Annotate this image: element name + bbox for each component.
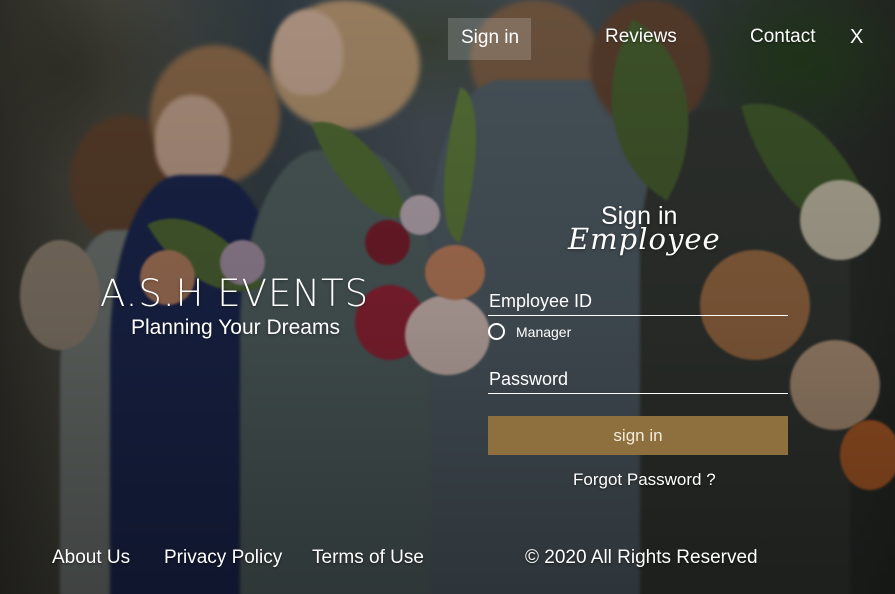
forgot-password-link[interactable]: Forgot Password ? — [573, 470, 716, 490]
brand-title: A.S.H EVENTS — [100, 272, 370, 315]
manager-label: Manager — [516, 323, 572, 340]
radio-circle-icon[interactable] — [488, 323, 505, 340]
footer-about-link[interactable]: About Us — [52, 547, 130, 569]
employee-id-input[interactable] — [488, 282, 788, 315]
signin-button[interactable]: sign in — [488, 416, 788, 455]
close-icon[interactable]: X — [850, 26, 863, 49]
employee-id-field — [488, 282, 788, 316]
nav-contact-link[interactable]: Contact — [750, 26, 815, 48]
footer-terms-link[interactable]: Terms of Use — [312, 547, 424, 569]
password-field — [488, 360, 788, 394]
form-subheading: Employee — [568, 222, 721, 256]
nav-signin-link[interactable]: Sign in — [448, 18, 531, 60]
footer-copyright: © 2020 All Rights Reserved — [525, 547, 758, 568]
footer-privacy-link[interactable]: Privacy Policy — [164, 547, 282, 569]
nav-signin-label: Sign in — [461, 27, 520, 48]
password-input[interactable] — [488, 360, 788, 393]
manager-option: Manager — [488, 323, 571, 340]
brand-subtitle: Planning Your Dreams — [131, 316, 340, 339]
nav-reviews-link[interactable]: Reviews — [605, 26, 677, 48]
